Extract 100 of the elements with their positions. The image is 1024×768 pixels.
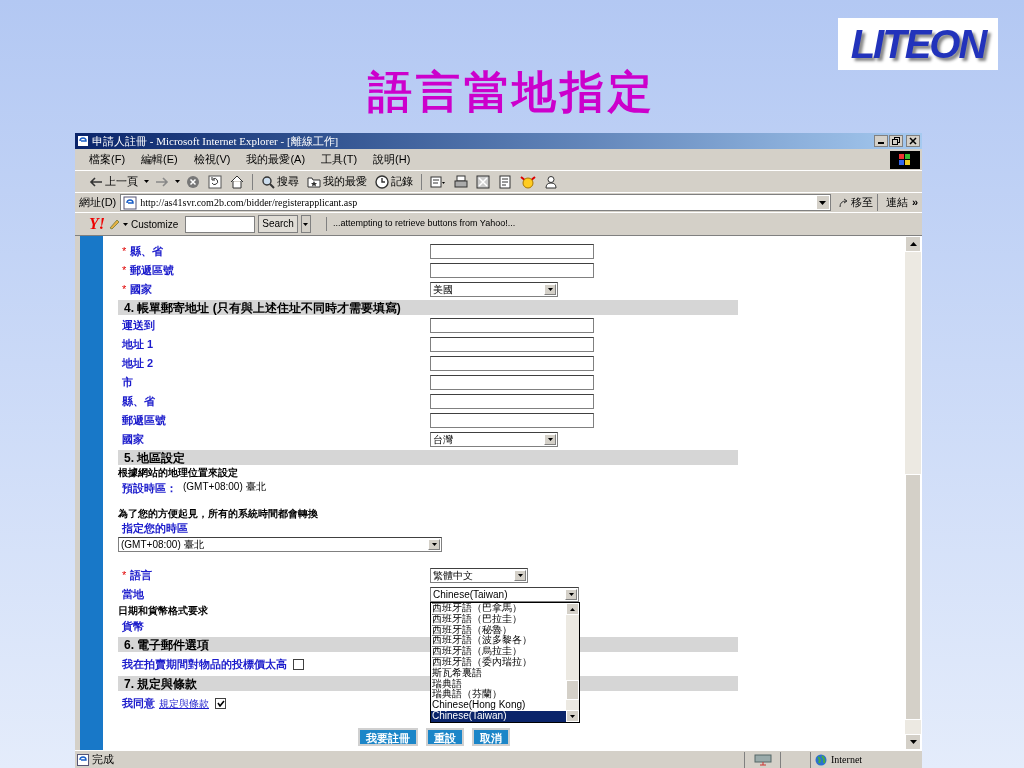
section-heading: 6. 電子郵件選項 [124, 637, 210, 652]
url-text: http://as41svr.com2b.com/bidder/registerapplicant.asp [140, 196, 358, 210]
menu-item[interactable]: 編輯(E) [141, 151, 178, 168]
toolbar-message: ...attempting to retrieve buttons from Yahoo!... [325, 217, 516, 231]
list-option[interactable]: 瑞典語 [431, 678, 566, 690]
scroll-thumb[interactable] [905, 474, 921, 720]
field-label: 當地 [122, 587, 144, 603]
caret-icon [303, 222, 309, 226]
required-mark: * [122, 282, 127, 298]
toolbar-button[interactable]: 上一頁 [87, 171, 140, 192]
field-label: 我同意 [122, 695, 155, 711]
notepad-icon [498, 174, 512, 189]
caret-icon [175, 180, 180, 183]
form-button[interactable]: 我要註冊 [358, 728, 418, 746]
search-icon [261, 174, 275, 189]
network-icon [753, 753, 772, 766]
go-button[interactable]: 移至 [834, 194, 878, 211]
caret-icon [144, 180, 149, 183]
address-field[interactable]: http://as41svr.com2b.com/bidder/registerapplicant.asp [120, 194, 831, 211]
text-field[interactable] [430, 413, 594, 428]
caret-icon [547, 288, 553, 291]
checkbox[interactable] [215, 697, 226, 709]
search-button[interactable]: Search [258, 215, 298, 233]
menu-item[interactable]: 我的最愛(A) [246, 151, 306, 168]
field-label: 國家 [122, 432, 144, 448]
select-field[interactable]: Chinese(Taiwan) [430, 587, 579, 602]
list-option[interactable]: 西班牙語（烏拉圭） [431, 646, 566, 657]
checkbox[interactable] [293, 658, 304, 670]
customize-button[interactable]: Customize [131, 216, 179, 232]
text-field[interactable] [430, 356, 594, 371]
text-field[interactable] [430, 244, 594, 259]
down-arrow-icon [909, 740, 917, 744]
select-field[interactable]: 繁體中文 [430, 568, 528, 583]
scroll-down-button[interactable] [566, 710, 579, 722]
list-option[interactable]: 瑞典語（芬蘭） [431, 689, 566, 701]
caret-icon [547, 438, 553, 441]
restore-icon [892, 137, 900, 145]
text-field[interactable] [430, 318, 594, 333]
text-field[interactable] [430, 375, 594, 390]
page-icon [77, 753, 89, 766]
caret-icon [431, 543, 437, 546]
scroll-up-button[interactable] [905, 236, 921, 252]
address-label: 網址(D) [79, 195, 117, 211]
scroll-down-button[interactable] [905, 734, 921, 750]
text-field[interactable] [430, 337, 594, 352]
text-field[interactable] [430, 263, 594, 278]
field-label: 語言 [130, 568, 153, 584]
text-field[interactable] [430, 394, 594, 409]
note-text: 根據網站的地理位置來設定 [118, 467, 238, 479]
toolbar-button[interactable]: 記錄 [373, 171, 415, 192]
arrow-right-icon [155, 175, 169, 188]
caret-icon [819, 200, 827, 205]
form-button[interactable]: 重設 [426, 728, 464, 746]
field-label: 地址 1 [122, 337, 154, 353]
field-label: 地址 2 [122, 356, 154, 372]
list-option[interactable]: 西班牙語（波多黎各） [431, 635, 566, 647]
up-arrow-icon [570, 607, 575, 611]
select-field[interactable]: 台灣 [430, 432, 558, 447]
windows-logo-icon [899, 153, 911, 166]
close-button[interactable] [906, 135, 920, 147]
select-field[interactable]: 美國 [430, 282, 558, 297]
note-text: 日期和貨幣格式要求 [118, 605, 208, 617]
check-icon [216, 699, 225, 707]
menu-item[interactable]: 檢視(V) [193, 151, 231, 168]
arrow-right-icon [838, 197, 849, 208]
note-text: 為了您的方便起見，所有的系統時間都會轉換 [118, 508, 318, 520]
folder-icon [307, 175, 321, 188]
minimize-button[interactable] [874, 135, 888, 147]
list-option[interactable]: 西班牙語（委內瑞拉） [431, 657, 566, 668]
list-option[interactable]: 西班牙語（秘魯） [431, 624, 566, 636]
list-option[interactable]: 西班牙語（巴拿馬） [431, 603, 566, 614]
up-arrow-icon [909, 242, 917, 246]
field-label: 縣、省 [122, 394, 155, 410]
dropdown-list[interactable]: 西班牙語（巴拿馬） 西班牙語（巴拉圭） 西班牙語（秘魯） 西班牙語（波多黎各） 西班牙語（烏拉圭） 西班牙語（委內瑞拉） 斯瓦希裏語 瑞典語 瑞典語（芬蘭） Chinese(Hong Kong) Chinese(Taiwan) [430, 602, 580, 723]
terms-link[interactable]: 規定與條款 [159, 695, 209, 711]
toolbar-button[interactable]: 搜尋 [259, 171, 301, 192]
links-button[interactable]: 連結 [885, 194, 908, 211]
pencil-icon [108, 218, 120, 230]
scroll-up-button[interactable] [566, 603, 579, 615]
menu-item[interactable]: 工具(T) [321, 151, 358, 168]
zone-text: Internet [831, 753, 863, 767]
restore-button[interactable] [889, 135, 903, 147]
more-button[interactable]: » [911, 194, 918, 211]
list-option[interactable]: 西班牙語（巴拉圭） [431, 613, 566, 625]
list-option[interactable]: Chinese(Taiwan) [431, 710, 566, 722]
menu-item[interactable]: 檔案(F) [89, 151, 126, 168]
form-button[interactable]: 取消 [472, 728, 510, 746]
caret-icon [123, 222, 128, 226]
yahoo-logo: Y! [89, 215, 105, 233]
menu-item[interactable]: 說明(H) [373, 151, 411, 168]
scroll-thumb[interactable] [566, 680, 579, 700]
select-field[interactable]: (GMT+08:00) 臺北 [118, 537, 442, 552]
list-option[interactable]: Chinese(Hong Kong) [431, 700, 566, 711]
toolbar-button[interactable]: 我的最愛 [305, 171, 369, 192]
window-title: 申請人註冊 - Microsoft Internet Explorer - [離線工作] [92, 134, 339, 148]
field-label: 市 [122, 375, 133, 391]
list-option[interactable]: 斯瓦希裏語 [431, 667, 566, 679]
field-label: 郵遞區號 [130, 263, 175, 279]
search-field[interactable] [185, 215, 256, 233]
dropdown-button[interactable] [300, 215, 311, 233]
